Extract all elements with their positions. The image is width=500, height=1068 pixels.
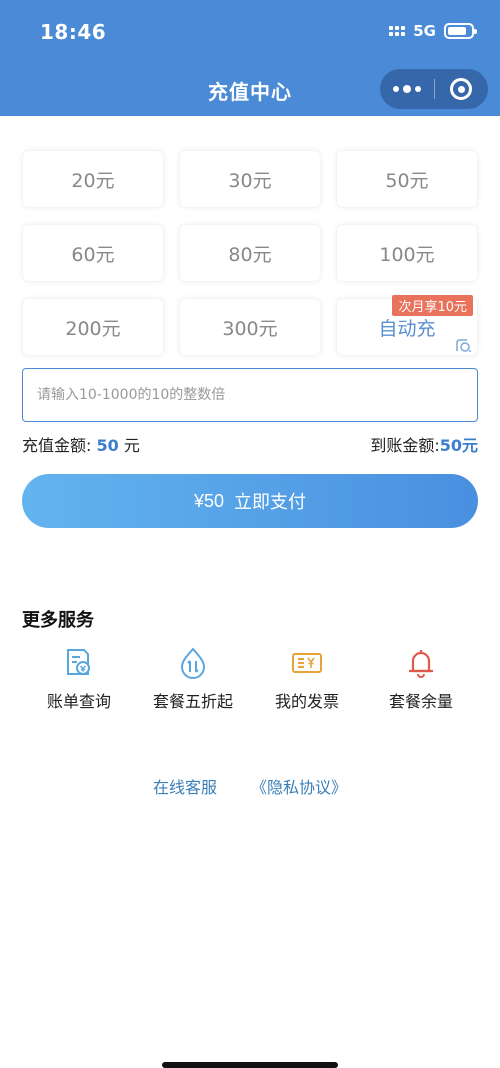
miniapp-capsule [380, 69, 488, 109]
service-label: 套餐余量 [388, 692, 453, 711]
pay-now-button[interactable]: ¥50 立即支付 [22, 474, 478, 528]
amount-option[interactable]: 20元 [22, 150, 164, 208]
promo-badge: 次月享10元 [392, 295, 473, 316]
close-miniapp-button[interactable] [435, 69, 489, 109]
auto-recharge-label: 自动充 [378, 317, 436, 340]
bill-query-icon [67, 649, 90, 675]
privacy-policy-link[interactable]: 《隐私协议》 [251, 774, 347, 798]
amount-option[interactable]: 300元 [179, 298, 321, 356]
service-label: 套餐五折起 [152, 692, 233, 711]
more-dot-icon [392, 86, 399, 92]
footer-links: 在线客服 《隐私协议》 [0, 774, 500, 798]
recharge-amount-unit: 元 [123, 436, 140, 455]
amount-option[interactable]: 50元 [336, 150, 478, 208]
signal-icon [389, 26, 406, 36]
auto-recharge-option[interactable]: 自动充 次月享10元 [336, 295, 478, 356]
amount-option[interactable]: 100元 [336, 224, 478, 282]
amount-option[interactable]: 60元 [22, 224, 164, 282]
amount-option[interactable]: 80元 [179, 224, 321, 282]
arrival-amount-summary: 到账金额:50元 [370, 432, 478, 456]
pay-price: ¥50 [193, 490, 225, 511]
status-time: 18:46 [40, 20, 107, 44]
arrival-amount-value: 50元 [439, 436, 478, 455]
recharge-amount-summary: 充值金额: 50 元 [22, 432, 140, 456]
status-indicators: 5G [389, 22, 477, 40]
online-service-link[interactable]: 在线客服 [153, 774, 217, 798]
service-label: 我的发票 [274, 692, 339, 711]
amount-option[interactable]: 30元 [179, 150, 321, 208]
header-bar: 18:46 5G 充值中心 [0, 0, 500, 116]
custom-amount-input[interactable] [22, 368, 478, 422]
more-services-title: 更多服务 [22, 610, 94, 631]
more-menu-button[interactable] [380, 69, 434, 109]
battery-icon [444, 23, 477, 39]
arrival-amount-label: 到账金额: [370, 436, 440, 455]
service-my-invoice[interactable]: 我的发票 [250, 646, 364, 712]
more-dot-icon [402, 85, 411, 93]
pay-label: 立即支付 [234, 492, 307, 512]
target-icon [450, 78, 473, 100]
service-label: 账单查询 [46, 692, 111, 711]
service-plan-discount[interactable]: 套餐五折起 [136, 646, 250, 712]
more-dot-icon [414, 86, 421, 92]
amount-options-grid: 20元 30元 50元 60元 80元 100元 200元 300元 自动充 次… [22, 150, 478, 356]
network-label: 5G [413, 22, 436, 40]
services-row: 账单查询 套餐五折起 我的发票 套餐余量 [22, 646, 478, 712]
auto-recharge-icon [456, 339, 471, 352]
recharge-amount-label: 充值金额: [22, 436, 97, 455]
recharge-amount-value: 50 [96, 436, 119, 455]
home-indicator [162, 1062, 338, 1068]
service-plan-balance[interactable]: 套餐余量 [364, 646, 478, 712]
service-bill-query[interactable]: 账单查询 [22, 646, 136, 712]
amount-option[interactable]: 200元 [22, 298, 164, 356]
plan-discount-icon [180, 647, 206, 679]
bell-icon [409, 650, 433, 678]
invoice-icon [292, 653, 322, 673]
